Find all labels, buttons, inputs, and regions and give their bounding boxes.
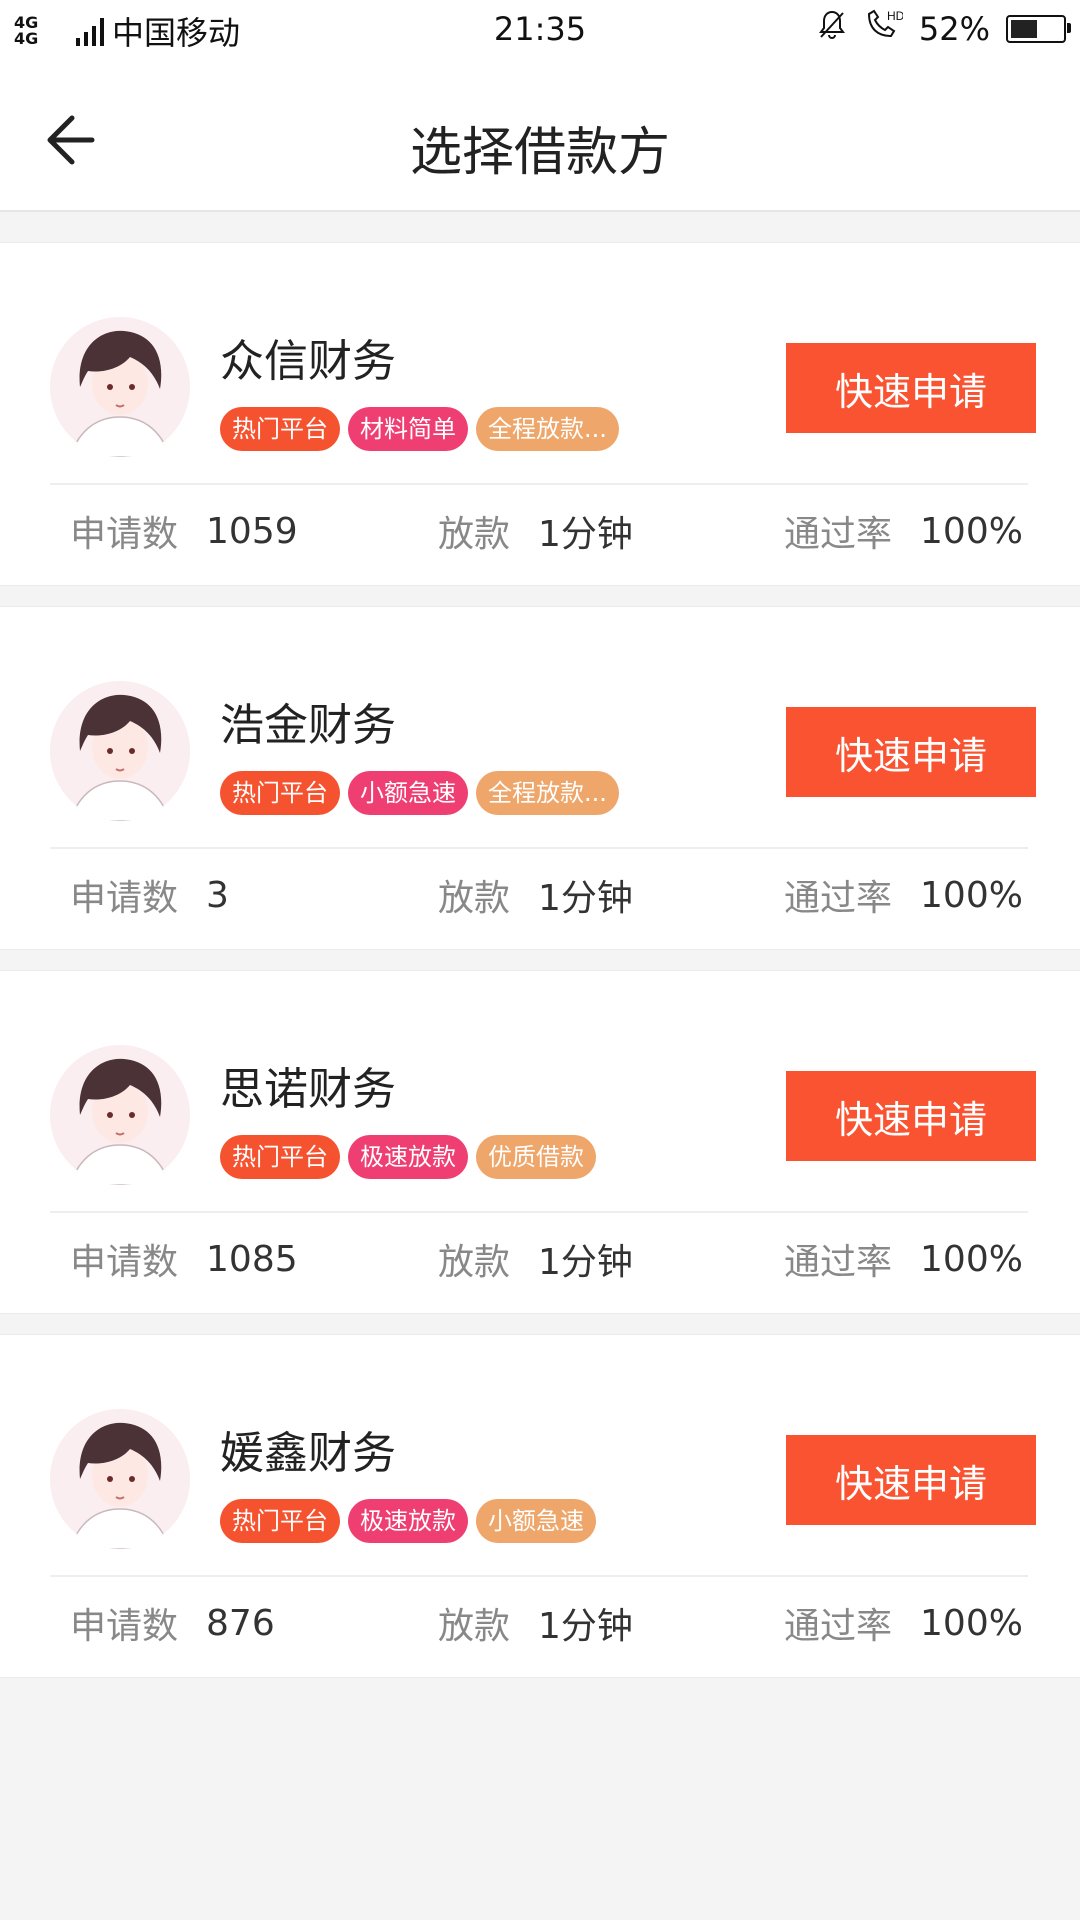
loan-time-stat: 放款 1分钟 xyxy=(438,1233,633,1285)
pass-rate-label: 通过率 xyxy=(784,878,893,919)
lender-avatar xyxy=(50,681,190,821)
lender-avatar xyxy=(50,1409,190,1549)
battery-icon xyxy=(1006,15,1071,43)
lender-card[interactable]: 思诺财务 热门平台 极速放款 优质借款 快速申请 申请数 1085 放款 1分钟 通… xyxy=(0,970,1080,1314)
lender-name: 浩金财务 xyxy=(220,700,396,751)
tag-badge: 材料简单 xyxy=(348,407,468,451)
applications-label: 申请数 xyxy=(70,1242,179,1283)
loan-time-label: 放款 xyxy=(438,1606,511,1647)
card-divider xyxy=(50,1211,1028,1213)
pass-rate-stat: 通过率 100% xyxy=(784,1233,1023,1285)
tag-badge: 小额急速 xyxy=(348,771,468,815)
quick-apply-button[interactable]: 快速申请 xyxy=(786,1435,1036,1525)
applications-label: 申请数 xyxy=(70,878,179,919)
card-divider xyxy=(50,483,1028,485)
lender-tags: 热门平台 小额急速 全程放款... xyxy=(220,771,619,815)
applications-value: 876 xyxy=(206,1602,275,1644)
lender-tags: 热门平台 极速放款 小额急速 xyxy=(220,1499,596,1543)
status-bar: 4G 4G 中国移动 21:35 HD 52% xyxy=(0,0,1080,58)
pass-rate-stat: 通过率 100% xyxy=(784,1597,1023,1649)
loan-time-stat: 放款 1分钟 xyxy=(438,869,633,921)
applications-stat: 申请数 3 xyxy=(70,869,229,921)
loan-time-label: 放款 xyxy=(438,878,511,919)
pass-rate-stat: 通过率 100% xyxy=(784,505,1023,557)
mute-bell-icon xyxy=(817,9,847,49)
lender-card[interactable]: 众信财务 热门平台 材料简单 全程放款... 快速申请 申请数 1059 放款 1分… xyxy=(0,242,1080,586)
lender-tags: 热门平台 材料简单 全程放款... xyxy=(220,407,619,451)
tag-badge: 极速放款 xyxy=(348,1135,468,1179)
applications-label: 申请数 xyxy=(70,1606,179,1647)
card-divider xyxy=(50,847,1028,849)
tag-badge: 全程放款... xyxy=(476,771,619,815)
tag-badge: 热门平台 xyxy=(220,1499,340,1543)
lender-name: 思诺财务 xyxy=(220,1064,396,1115)
loan-time-value: 1分钟 xyxy=(538,1242,633,1283)
quick-apply-button[interactable]: 快速申请 xyxy=(786,343,1036,433)
applications-stat: 申请数 1059 xyxy=(70,505,298,557)
hd-call-icon: HD xyxy=(863,8,905,50)
tag-badge: 热门平台 xyxy=(220,771,340,815)
applications-label: 申请数 xyxy=(70,514,179,555)
loan-time-value: 1分钟 xyxy=(538,878,633,919)
lender-card[interactable]: 浩金财务 热门平台 小额急速 全程放款... 快速申请 申请数 3 放款 1分钟 通… xyxy=(0,606,1080,950)
tag-badge: 热门平台 xyxy=(220,407,340,451)
lender-card[interactable]: 媛鑫财务 热门平台 极速放款 小额急速 快速申请 申请数 876 放款 1分钟 通过… xyxy=(0,1334,1080,1678)
tag-badge: 热门平台 xyxy=(220,1135,340,1179)
lender-stats: 申请数 876 放款 1分钟 通过率 100% xyxy=(0,1597,1080,1657)
lender-stats: 申请数 1059 放款 1分钟 通过率 100% xyxy=(0,505,1080,565)
top-navigation-bar: 选择借款方 xyxy=(0,58,1080,212)
applications-stat: 申请数 1085 xyxy=(70,1233,298,1285)
applications-value: 1059 xyxy=(206,510,298,552)
loan-time-stat: 放款 1分钟 xyxy=(438,1597,633,1649)
loan-time-value: 1分钟 xyxy=(538,1606,633,1647)
lender-name: 媛鑫财务 xyxy=(220,1428,396,1479)
pass-rate-label: 通过率 xyxy=(784,1606,893,1647)
quick-apply-button[interactable]: 快速申请 xyxy=(786,707,1036,797)
page-title: 选择借款方 xyxy=(409,123,670,183)
lender-stats: 申请数 1085 放款 1分钟 通过率 100% xyxy=(0,1233,1080,1293)
tag-badge: 极速放款 xyxy=(348,1499,468,1543)
tag-badge: 小额急速 xyxy=(476,1499,596,1543)
loan-time-stat: 放款 1分钟 xyxy=(438,505,633,557)
tag-badge: 全程放款... xyxy=(476,407,619,451)
lender-tags: 热门平台 极速放款 优质借款 xyxy=(220,1135,596,1179)
pass-rate-label: 通过率 xyxy=(784,1242,893,1283)
applications-value: 1085 xyxy=(206,1238,298,1280)
lender-stats: 申请数 3 放款 1分钟 通过率 100% xyxy=(0,869,1080,929)
pass-rate-value: 100% xyxy=(920,510,1023,552)
lender-avatar xyxy=(50,317,190,457)
loan-time-label: 放款 xyxy=(438,1242,511,1283)
loan-time-value: 1分钟 xyxy=(538,514,633,555)
quick-apply-button[interactable]: 快速申请 xyxy=(786,1071,1036,1161)
pass-rate-value: 100% xyxy=(920,874,1023,916)
lender-avatar xyxy=(50,1045,190,1185)
lender-name: 众信财务 xyxy=(220,336,396,387)
pass-rate-stat: 通过率 100% xyxy=(784,869,1023,921)
applications-stat: 申请数 876 xyxy=(70,1597,275,1649)
tag-badge: 优质借款 xyxy=(476,1135,596,1179)
lender-list: 众信财务 热门平台 材料简单 全程放款... 快速申请 申请数 1059 放款 1分… xyxy=(0,242,1080,1698)
pass-rate-label: 通过率 xyxy=(784,514,893,555)
pass-rate-value: 100% xyxy=(920,1238,1023,1280)
svg-text:HD: HD xyxy=(887,9,903,23)
card-divider xyxy=(50,1575,1028,1577)
loan-time-label: 放款 xyxy=(438,514,511,555)
battery-percent: 52% xyxy=(918,10,990,48)
applications-value: 3 xyxy=(206,874,229,916)
pass-rate-value: 100% xyxy=(920,1602,1023,1644)
